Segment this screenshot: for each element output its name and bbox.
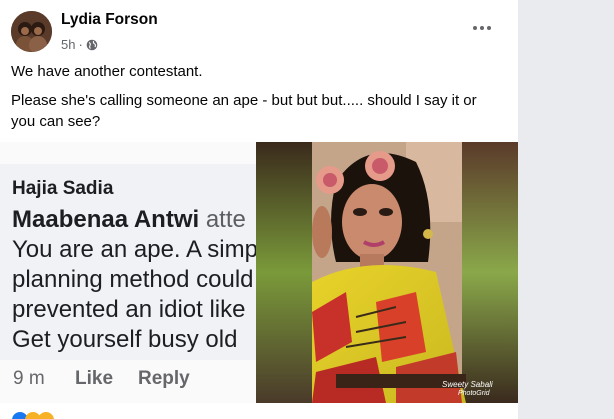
comment-actions: 9 m Like Reply — [13, 368, 190, 390]
comment-line: planning method could — [12, 266, 254, 293]
comment-author: Hajia Sadia — [12, 178, 114, 199]
comment-line: prevented an idiot like — [12, 296, 246, 323]
feed-background — [518, 0, 614, 419]
globe-icon — [86, 39, 98, 50]
more-dot — [473, 26, 477, 30]
author-name[interactable]: Lydia Forson — [61, 11, 158, 29]
post-time[interactable]: 5h — [61, 37, 75, 52]
profile-photo: Sweety Sabali PhotoGrid — [256, 142, 518, 403]
post-text-line-2: Please she's calling someone an ape - bu… — [11, 92, 477, 130]
comment-line: Get yourself busy old — [12, 326, 238, 353]
comment-time: 9 m — [13, 368, 45, 389]
more-dot — [487, 26, 491, 30]
comment-mention-suffix: atte — [205, 206, 246, 233]
post-footer — [0, 403, 518, 419]
comment-line: You are an ape. A simp — [12, 236, 258, 263]
post-meta: 5h · — [61, 37, 98, 52]
post-text-line-1: We have another contestant. — [11, 63, 203, 80]
comment-reply-link: Reply — [138, 368, 190, 389]
comment-like-link: Like — [75, 368, 114, 389]
more-options-icon[interactable] — [471, 18, 493, 38]
comment-mention: Maabenaa Antwi — [12, 206, 200, 233]
photo-watermark-app: PhotoGrid — [458, 390, 490, 397]
more-dot — [480, 26, 484, 30]
comment-line-mention: Maabenaa Antwi atte — [12, 206, 246, 234]
meta-separator: · — [78, 37, 83, 52]
photo-watermark: Sweety Sabali — [442, 380, 493, 389]
post-card: Lydia Forson 5h · We have another contes… — [0, 0, 518, 419]
author-avatar[interactable] — [11, 11, 52, 52]
